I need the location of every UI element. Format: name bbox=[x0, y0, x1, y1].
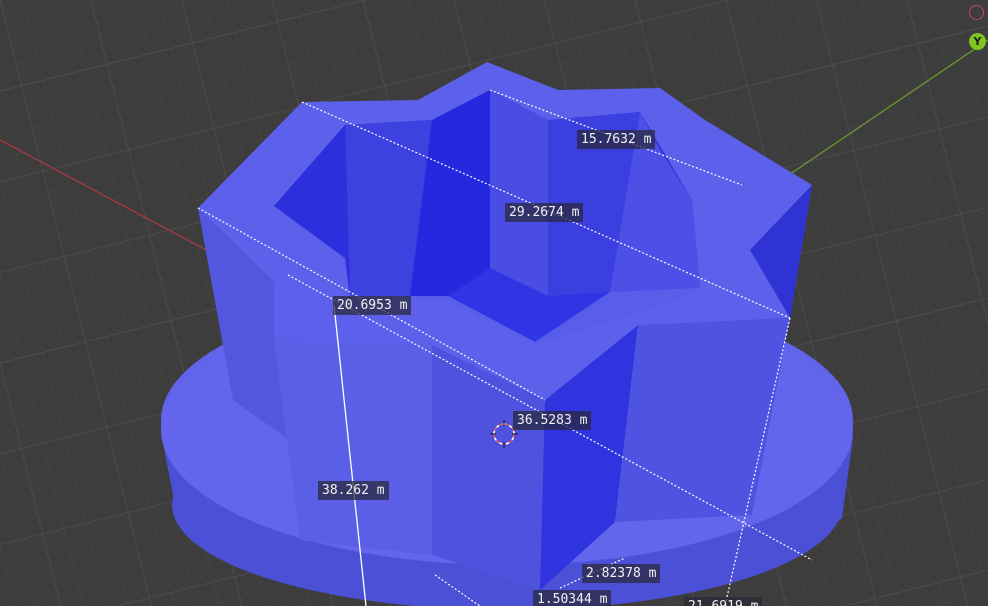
axis-gizmo-icon[interactable] bbox=[969, 5, 984, 20]
measurement-label: 38.262 m bbox=[318, 481, 389, 500]
viewport-scene[interactable] bbox=[0, 0, 988, 606]
gizmo-y-axis[interactable]: Y bbox=[969, 33, 986, 50]
gizmo-y-axis-label: Y bbox=[973, 35, 982, 48]
3d-viewport[interactable]: 15.7632 m 29.2674 m 20.6953 m 36.5283 m … bbox=[0, 0, 988, 606]
measurement-label: 36.5283 m bbox=[513, 411, 592, 430]
measurement-label: 29.2674 m bbox=[505, 203, 584, 222]
measurement-label: 21.6919 m bbox=[684, 597, 763, 606]
measurement-label: 15.7632 m bbox=[577, 130, 656, 149]
measurement-label: 2.82378 m bbox=[582, 564, 661, 583]
measurement-label: 1.50344 m bbox=[533, 590, 612, 606]
measurement-label: 20.6953 m bbox=[333, 296, 412, 315]
star-pocket-wall-back-c bbox=[490, 90, 548, 296]
